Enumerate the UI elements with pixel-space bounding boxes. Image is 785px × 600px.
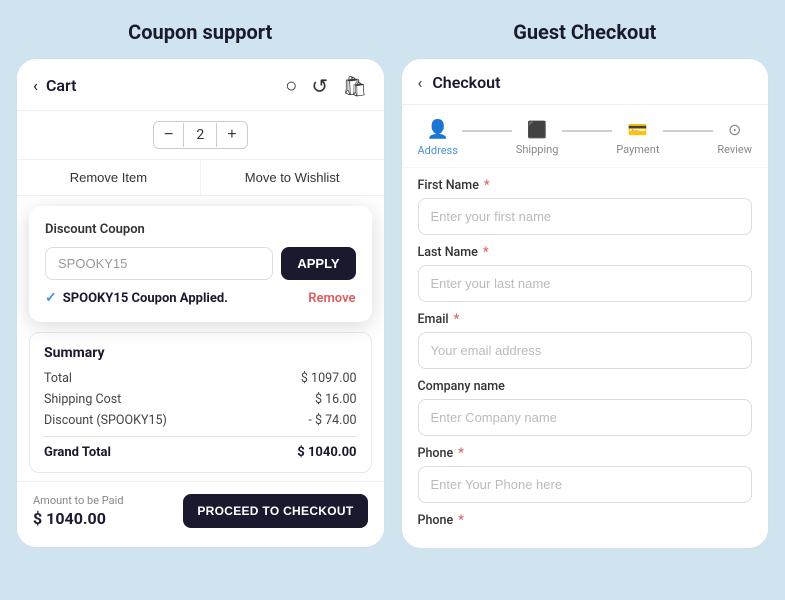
grand-total-value: $ 1040.00: [297, 445, 356, 460]
phone2-label: Phone *: [418, 513, 753, 528]
field-company: Company name: [418, 379, 753, 436]
lastname-input[interactable]: [418, 265, 753, 302]
firstname-required: *: [484, 178, 490, 193]
coupon-applied-row: ✓ SPOOKY15 Coupon Applied. Remove: [45, 290, 356, 306]
check-icon: ✓: [45, 290, 57, 306]
step-connector-2: [562, 130, 612, 132]
phone-label: Phone *: [418, 446, 753, 461]
firstname-label: First Name *: [418, 178, 753, 193]
right-section: Guest Checkout ‹ Checkout 👤 Address ⬛ Sh…: [401, 20, 770, 584]
cart-card: ‹ Cart ○ ↺ 🛍 − 2 + Remove Item: [16, 58, 385, 548]
summary-shipping-label: Shipping Cost: [44, 392, 121, 407]
coupon-remove-link[interactable]: Remove: [308, 291, 355, 306]
address-step-label: Address: [418, 144, 458, 157]
phone-required: *: [458, 446, 464, 461]
summary-total-label: Total: [44, 371, 72, 386]
field-phone: Phone *: [418, 446, 753, 503]
shipping-step-icon: ⬛: [527, 120, 547, 139]
summary-grand-total-row: Grand Total $ 1040.00: [44, 445, 357, 460]
checkout-header: ‹ Checkout: [402, 59, 769, 105]
company-input[interactable]: [418, 399, 753, 436]
address-step-icon: 👤: [426, 119, 448, 140]
bag-icon[interactable]: 🛍: [342, 74, 367, 98]
coupon-applied-label: SPOOKY15 Coupon Applied.: [63, 291, 228, 306]
amount-info: Amount to be Paid $ 1040.00: [33, 494, 124, 528]
header-icons: ○ ↺ 🛍: [285, 73, 367, 98]
summary-section: Summary Total $ 1097.00 Shipping Cost $ …: [29, 332, 372, 473]
coupon-input[interactable]: [45, 247, 273, 280]
summary-shipping-value: $ 16.00: [315, 392, 357, 407]
email-label: Email *: [418, 312, 753, 327]
qty-increase-button[interactable]: +: [217, 122, 246, 148]
search-icon[interactable]: ○: [285, 73, 297, 98]
summary-row-discount: Discount (SPOOKY15) - $ 74.00: [44, 413, 357, 428]
left-title: Coupon support: [128, 20, 272, 44]
phone2-required: *: [458, 513, 464, 528]
right-title: Guest Checkout: [513, 20, 656, 44]
step-connector-3: [663, 130, 713, 132]
phone-input[interactable]: [418, 466, 753, 503]
coupon-label: Discount Coupon: [45, 222, 356, 237]
action-row: Remove Item Move to Wishlist: [17, 160, 384, 196]
coupon-input-row: APPLY: [45, 247, 356, 280]
checkout-back-icon[interactable]: ‹: [418, 73, 423, 92]
qty-value: 2: [183, 123, 217, 147]
coupon-popup: Discount Coupon APPLY ✓ SPOOKY15 Coupon …: [29, 206, 372, 322]
field-firstname: First Name *: [418, 178, 753, 235]
summary-title: Summary: [44, 345, 357, 361]
step-shipping[interactable]: ⬛ Shipping: [516, 120, 559, 156]
company-label: Company name: [418, 379, 753, 394]
review-step-icon: ⊙: [728, 120, 741, 139]
amount-label: Amount to be Paid: [33, 494, 124, 507]
coupon-applied-text: ✓ SPOOKY15 Coupon Applied.: [45, 290, 228, 306]
cart-header: ‹ Cart ○ ↺ 🛍: [17, 59, 384, 111]
shipping-step-label: Shipping: [516, 143, 559, 156]
quantity-control: − 2 +: [153, 121, 248, 149]
qty-decrease-button[interactable]: −: [154, 122, 183, 148]
summary-row-shipping: Shipping Cost $ 16.00: [44, 392, 357, 407]
step-review[interactable]: ⊙ Review: [717, 120, 752, 156]
grand-total-label: Grand Total: [44, 445, 111, 460]
field-email: Email *: [418, 312, 753, 369]
field-lastname: Last Name *: [418, 245, 753, 302]
payment-step-label: Payment: [616, 143, 659, 156]
summary-total-value: $ 1097.00: [301, 371, 357, 386]
amount-value: $ 1040.00: [33, 509, 124, 528]
quantity-row: − 2 +: [17, 111, 384, 160]
step-address[interactable]: 👤 Address: [418, 119, 458, 157]
cart-header-left: ‹ Cart: [33, 76, 77, 95]
refresh-icon[interactable]: ↺: [311, 74, 328, 98]
summary-divider: [44, 436, 357, 437]
summary-discount-label: Discount (SPOOKY15): [44, 413, 167, 428]
payment-step-icon: 💳: [628, 120, 648, 139]
steps-row: 👤 Address ⬛ Shipping 💳 Payment ⊙ Review: [402, 105, 769, 168]
cart-title: Cart: [46, 76, 77, 95]
checkout-title: Checkout: [432, 73, 500, 92]
step-connector-1: [462, 130, 512, 132]
lastname-required: *: [483, 245, 489, 260]
step-payment[interactable]: 💳 Payment: [616, 120, 659, 156]
back-arrow-icon[interactable]: ‹: [33, 76, 38, 95]
checkout-form: First Name * Last Name * Email * Company…: [402, 168, 769, 548]
proceed-checkout-button[interactable]: PROCEED TO CHECKOUT: [183, 494, 367, 528]
lastname-label: Last Name *: [418, 245, 753, 260]
review-step-label: Review: [717, 143, 752, 156]
field-phone2: Phone *: [418, 513, 753, 528]
checkout-bar: Amount to be Paid $ 1040.00 PROCEED TO C…: [17, 481, 384, 540]
email-required: *: [454, 312, 460, 327]
wishlist-button[interactable]: Move to Wishlist: [201, 160, 384, 195]
left-section: Coupon support ‹ Cart ○ ↺ 🛍 − 2 +: [16, 20, 385, 584]
firstname-input[interactable]: [418, 198, 753, 235]
remove-item-button[interactable]: Remove Item: [17, 160, 201, 195]
apply-button[interactable]: APPLY: [281, 247, 355, 280]
email-input[interactable]: [418, 332, 753, 369]
checkout-card: ‹ Checkout 👤 Address ⬛ Shipping 💳 Paymen…: [401, 58, 770, 549]
summary-row-total: Total $ 1097.00: [44, 371, 357, 386]
summary-discount-value: - $ 74.00: [308, 413, 356, 428]
